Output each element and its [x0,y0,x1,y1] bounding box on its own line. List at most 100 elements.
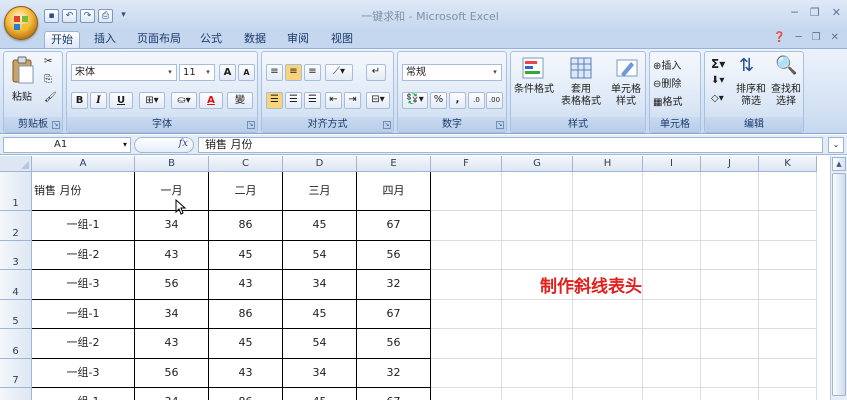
cell-F8[interactable] [431,388,502,400]
office-button[interactable] [4,6,38,40]
cell-F5[interactable] [431,300,502,329]
cell-E1[interactable]: 四月 [357,172,431,211]
cell-D2[interactable]: 45 [283,211,357,241]
doc-minimize-icon[interactable]: ─ [796,32,802,43]
paste-icon[interactable] [10,56,36,86]
cell-I3[interactable] [643,241,701,270]
alignment-launcher-icon[interactable]: ↘ [383,121,391,129]
cell-C5[interactable]: 86 [209,300,283,329]
font-launcher-icon[interactable]: ↘ [247,121,255,129]
sort-filter-button[interactable]: 排序和 筛选 [733,84,769,108]
cell-K2[interactable] [759,211,817,241]
cell-G5[interactable] [502,300,573,329]
cell-C2[interactable]: 86 [209,211,283,241]
tab-1[interactable]: 插入 [88,31,122,48]
cell-C6[interactable]: 45 [209,329,283,359]
cell-F3[interactable] [431,241,502,270]
cell-B7[interactable]: 56 [135,359,209,388]
clear-icon[interactable]: ◇▾ [711,93,724,104]
cell-G7[interactable] [502,359,573,388]
cell-D7[interactable]: 34 [283,359,357,388]
row-header[interactable]: 3 [0,241,32,270]
cell-I1[interactable] [643,172,701,211]
tab-4[interactable]: 数据 [238,31,272,48]
formula-input[interactable]: 销售 月份 [198,137,823,153]
customize-qat-icon[interactable]: ▾ [116,9,131,23]
scroll-up-icon[interactable]: ▲ [832,157,846,171]
format-cells-button[interactable]: ▦格式 [653,93,682,108]
paste-button[interactable]: 粘贴 [12,88,32,103]
cell-H7[interactable] [573,359,643,388]
cell-E4[interactable]: 32 [357,270,431,300]
cell-I4[interactable] [643,270,701,300]
borders-icon[interactable]: ⊞▾ [139,92,165,109]
column-header[interactable]: E [357,156,431,172]
tab-6[interactable]: 视图 [325,31,359,48]
cell-F1[interactable] [431,172,502,211]
cell-E8[interactable]: 67 [357,388,431,400]
number-format-select[interactable]: 常规 ▾ [402,64,502,81]
cell-styles-icon[interactable] [615,56,639,80]
cell-H3[interactable] [573,241,643,270]
doc-restore-icon[interactable]: ❐ [812,32,821,43]
cell-K7[interactable] [759,359,817,388]
cell-K8[interactable] [759,388,817,400]
align-bottom-icon[interactable]: ≡ [304,64,321,81]
cell-A5[interactable]: 一组-1 [32,300,135,329]
cell-F7[interactable] [431,359,502,388]
cell-J2[interactable] [701,211,759,241]
close-icon[interactable]: ✕ [832,6,841,19]
align-top-icon[interactable]: ≡ [266,64,283,81]
font-color-button[interactable]: A [199,92,223,109]
font-size-select[interactable]: 11 ▾ [179,64,215,81]
cell-J8[interactable] [701,388,759,400]
vertical-scrollbar[interactable]: ▲ [830,156,847,400]
cell-F6[interactable] [431,329,502,359]
cell-E2[interactable]: 67 [357,211,431,241]
worksheet-grid[interactable]: A B C D E F G H I J K 1 销售 月份 一月 二月 三月 四月 2 一组-1 34 86 45 67 3 一… [0,156,830,400]
increase-indent-icon[interactable]: ⇥ [344,92,361,109]
cell-G2[interactable] [502,211,573,241]
cell-E6[interactable]: 56 [357,329,431,359]
conditional-formatting-icon[interactable] [521,56,545,80]
cell-J7[interactable] [701,359,759,388]
italic-button[interactable]: I [90,92,107,109]
cell-styles-button[interactable]: 单元格 样式 [605,84,647,108]
cell-J6[interactable] [701,329,759,359]
cell-A1[interactable]: 销售 月份 [32,172,135,211]
cell-F4[interactable] [431,270,502,300]
cell-C8[interactable]: 86 [209,388,283,400]
phonetic-button[interactable]: 變 [227,92,253,109]
cell-B4[interactable]: 56 [135,270,209,300]
tab-3[interactable]: 公式 [194,31,228,48]
row-header[interactable]: 7 [0,359,32,388]
cell-D8[interactable]: 45 [283,388,357,400]
align-middle-icon[interactable]: ≡ [285,64,302,81]
column-header[interactable]: F [431,156,502,172]
shrink-font-button[interactable]: A [238,64,255,81]
find-select-icon[interactable]: 🔍 [775,55,797,76]
merge-center-icon[interactable]: ⊟▾ [366,92,390,109]
increase-decimal-icon[interactable]: .0 [468,92,485,109]
grow-font-button[interactable]: A [219,64,236,81]
cell-C1[interactable]: 二月 [209,172,283,211]
cell-G1[interactable] [502,172,573,211]
format-painter-icon[interactable]: 🖌 [44,92,57,103]
cell-D1[interactable]: 三月 [283,172,357,211]
cell-E7[interactable]: 32 [357,359,431,388]
fill-color-icon[interactable]: ⛀▾ [171,92,197,109]
column-header[interactable]: H [573,156,643,172]
underline-button[interactable]: U [109,92,133,109]
cell-D6[interactable]: 54 [283,329,357,359]
find-select-button[interactable]: 查找和 选择 [767,84,805,108]
cell-D3[interactable]: 54 [283,241,357,270]
number-launcher-icon[interactable]: ↘ [496,121,504,129]
row-header[interactable]: 6 [0,329,32,359]
row-header[interactable]: 1 [0,172,32,211]
cell-I2[interactable] [643,211,701,241]
save-icon[interactable]: ▪ [44,9,59,23]
autosum-icon[interactable]: Σ▾ [711,57,725,71]
cell-H5[interactable] [573,300,643,329]
cell-I8[interactable] [643,388,701,400]
scroll-thumb[interactable] [832,173,846,396]
